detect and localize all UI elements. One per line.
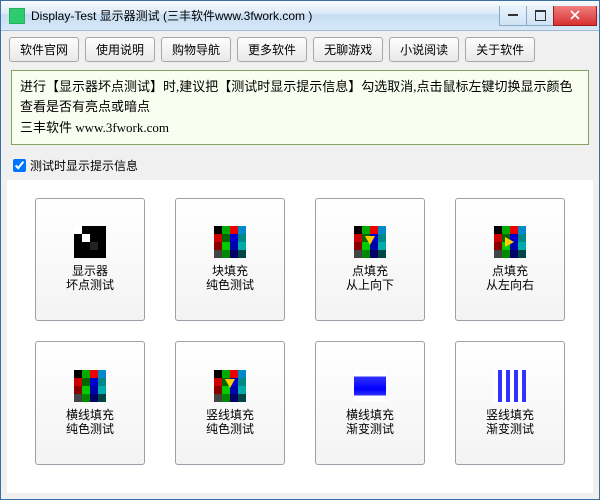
tile-label: 点填充 从左向右: [486, 264, 534, 293]
tile-vline-gradient[interactable]: 竖线填充 渐变测试: [455, 341, 565, 465]
website-button[interactable]: 软件官网: [9, 37, 79, 62]
tile-hline-gradient[interactable]: 横线填充 渐变测试: [315, 341, 425, 465]
info-panel: 进行【显示器坏点测试】时,建议把【测试时显示提示信息】勾选取消,点击鼠标左键切换…: [11, 70, 589, 145]
window-title: Display-Test 显示器测试 (三丰软件www.3fwork.com ): [31, 7, 500, 24]
tile-point-top-down[interactable]: 点填充 从上向下: [315, 198, 425, 322]
tile-point-left-right[interactable]: 点填充 从左向右: [455, 198, 565, 322]
info-text-line1: 进行【显示器坏点测试】时,建议把【测试时显示提示信息】勾选取消,点击鼠标左键切换…: [20, 77, 580, 116]
shopping-nav-button[interactable]: 购物导航: [161, 37, 231, 62]
dead-pixel-icon: [74, 226, 106, 258]
novel-reading-button[interactable]: 小说阅读: [389, 37, 459, 62]
tile-hline-solid[interactable]: 横线填充 纯色测试: [35, 341, 145, 465]
color-blocks-icon: [214, 226, 246, 258]
color-blocks-icon: [214, 370, 246, 402]
vertical-gradient-icon: [494, 370, 526, 402]
arrow-right-icon: [494, 226, 526, 258]
tile-label: 竖线填充 渐变测试: [486, 408, 534, 437]
color-blocks-icon: [74, 370, 106, 402]
app-icon: [9, 8, 25, 24]
tile-label: 块填充 纯色测试: [206, 264, 254, 293]
show-tips-checkbox[interactable]: [13, 159, 26, 172]
info-text-line2: 三丰软件 www.3fwork.com: [20, 118, 580, 138]
tile-label: 显示器 坏点测试: [66, 264, 114, 293]
tile-label: 横线填充 渐变测试: [346, 408, 394, 437]
arrow-down-icon: [354, 226, 386, 258]
show-tips-label: 测试时显示提示信息: [30, 157, 138, 174]
close-button[interactable]: [553, 6, 597, 26]
tile-label: 竖线填充 纯色测试: [206, 408, 254, 437]
test-grid: 显示器 坏点测试 块填充 纯色测试 点填充 从上向下 点填充 从左向右 横线填充: [7, 180, 593, 494]
about-button[interactable]: 关于软件: [465, 37, 535, 62]
toolbar: 软件官网 使用说明 购物导航 更多软件 无聊游戏 小说阅读 关于软件: [1, 31, 599, 68]
show-tips-checkbox-row[interactable]: 测试时显示提示信息: [1, 153, 599, 176]
instructions-button[interactable]: 使用说明: [85, 37, 155, 62]
tile-block-fill-solid[interactable]: 块填充 纯色测试: [175, 198, 285, 322]
games-button[interactable]: 无聊游戏: [313, 37, 383, 62]
tile-vline-solid[interactable]: 竖线填充 纯色测试: [175, 341, 285, 465]
horizontal-gradient-icon: [354, 370, 386, 402]
tile-dead-pixel-test[interactable]: 显示器 坏点测试: [35, 198, 145, 322]
window-controls: [500, 6, 597, 26]
more-software-button[interactable]: 更多软件: [237, 37, 307, 62]
tile-label: 横线填充 纯色测试: [66, 408, 114, 437]
titlebar[interactable]: Display-Test 显示器测试 (三丰软件www.3fwork.com ): [1, 1, 599, 31]
minimize-button[interactable]: [499, 6, 527, 26]
tile-label: 点填充 从上向下: [346, 264, 394, 293]
maximize-button[interactable]: [526, 6, 554, 26]
app-window: Display-Test 显示器测试 (三丰软件www.3fwork.com )…: [0, 0, 600, 500]
